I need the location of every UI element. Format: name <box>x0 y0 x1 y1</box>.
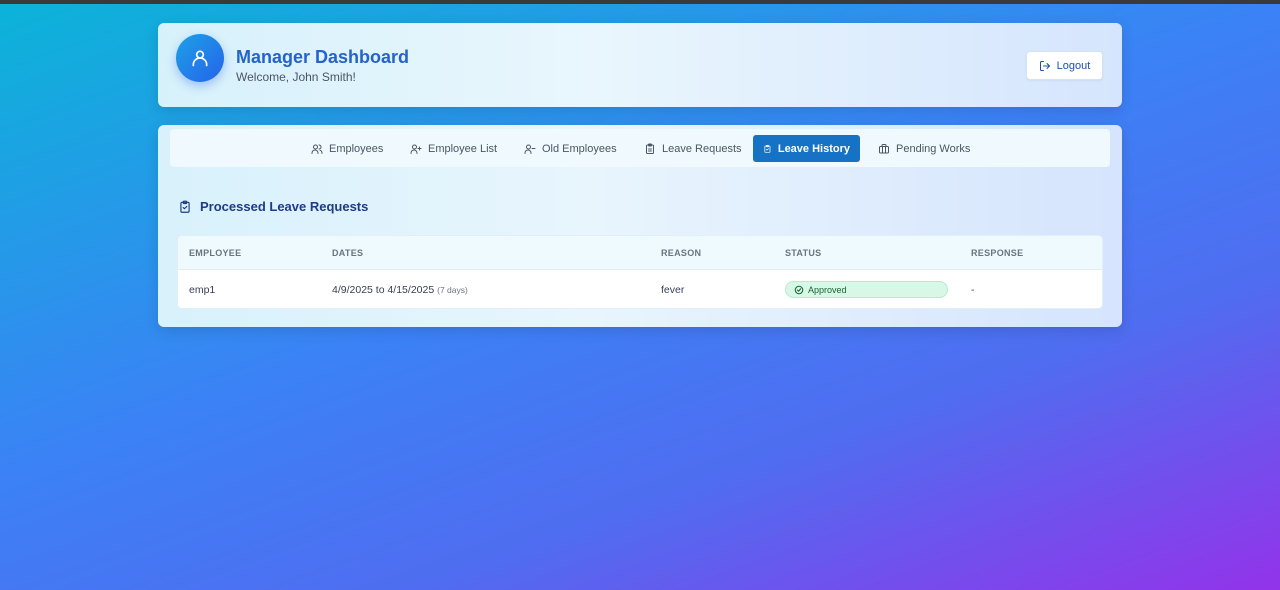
user-icon <box>192 50 208 67</box>
user-plus-icon <box>410 144 422 154</box>
cell-dates: 4/9/2025 to 4/15/2025 (7 days) <box>332 284 468 296</box>
briefcase-icon <box>879 143 889 153</box>
status-text: Approved <box>808 284 847 295</box>
users-icon <box>311 144 323 154</box>
tab-bar: Employees Employee List Old Employees Le… <box>170 129 1110 167</box>
day-count: (7 days) <box>437 285 468 295</box>
status-badge: Approved <box>785 281 948 298</box>
header-card: Manager Dashboard Welcome, John Smith! L… <box>158 23 1122 107</box>
tab-label: Leave History <box>777 142 850 155</box>
tab-label: Employee List <box>428 142 498 155</box>
tab-label: Old Employees <box>542 142 617 155</box>
column-header-reason: REASON <box>661 248 702 258</box>
tab-old-employees[interactable]: Old Employees <box>514 135 627 162</box>
logout-button[interactable]: Logout <box>1026 51 1103 80</box>
cell-reason: fever <box>661 284 685 296</box>
tab-label: Leave Requests <box>662 142 742 155</box>
main-card: Employees Employee List Old Employees Le… <box>158 125 1122 327</box>
user-minus-icon <box>524 144 536 154</box>
tab-employees[interactable]: Employees <box>301 135 393 162</box>
tab-leave-history[interactable]: Leave History <box>753 135 860 162</box>
cell-response: - <box>971 284 975 296</box>
column-header-status: STATUS <box>785 248 822 258</box>
table-header: EMPLOYEE DATES REASON STATUS RESPONSE <box>178 236 1102 270</box>
clipboard-check-icon <box>180 200 190 213</box>
column-header-response: RESPONSE <box>971 248 1024 258</box>
column-header-dates: DATES <box>332 248 364 258</box>
logout-icon <box>1039 60 1050 71</box>
leave-history-table: EMPLOYEE DATES REASON STATUS RESPONSE em… <box>177 235 1103 309</box>
tab-pending-works[interactable]: Pending Works <box>868 135 980 162</box>
tab-employee-list[interactable]: Employee List <box>400 135 507 162</box>
cell-employee: emp1 <box>189 284 216 296</box>
page-title: Manager Dashboard <box>236 47 410 67</box>
logout-label: Logout <box>1056 59 1091 72</box>
check-circle-icon <box>794 285 804 294</box>
date-range: 4/9/2025 to 4/15/2025 <box>332 284 435 296</box>
section-title-text: Processed Leave Requests <box>200 199 369 214</box>
clipboard-icon <box>646 143 654 154</box>
window-top-bar <box>0 0 1280 4</box>
clipboard-check-icon <box>764 144 771 153</box>
avatar <box>176 34 224 82</box>
column-header-employee: EMPLOYEE <box>189 248 242 258</box>
tab-label: Employees <box>329 142 384 155</box>
section-title: Processed Leave Requests <box>178 199 368 214</box>
tab-label: Pending Works <box>896 142 971 155</box>
tab-leave-requests[interactable]: Leave Requests <box>634 135 752 162</box>
welcome-text: Welcome, John Smith! <box>236 70 356 84</box>
